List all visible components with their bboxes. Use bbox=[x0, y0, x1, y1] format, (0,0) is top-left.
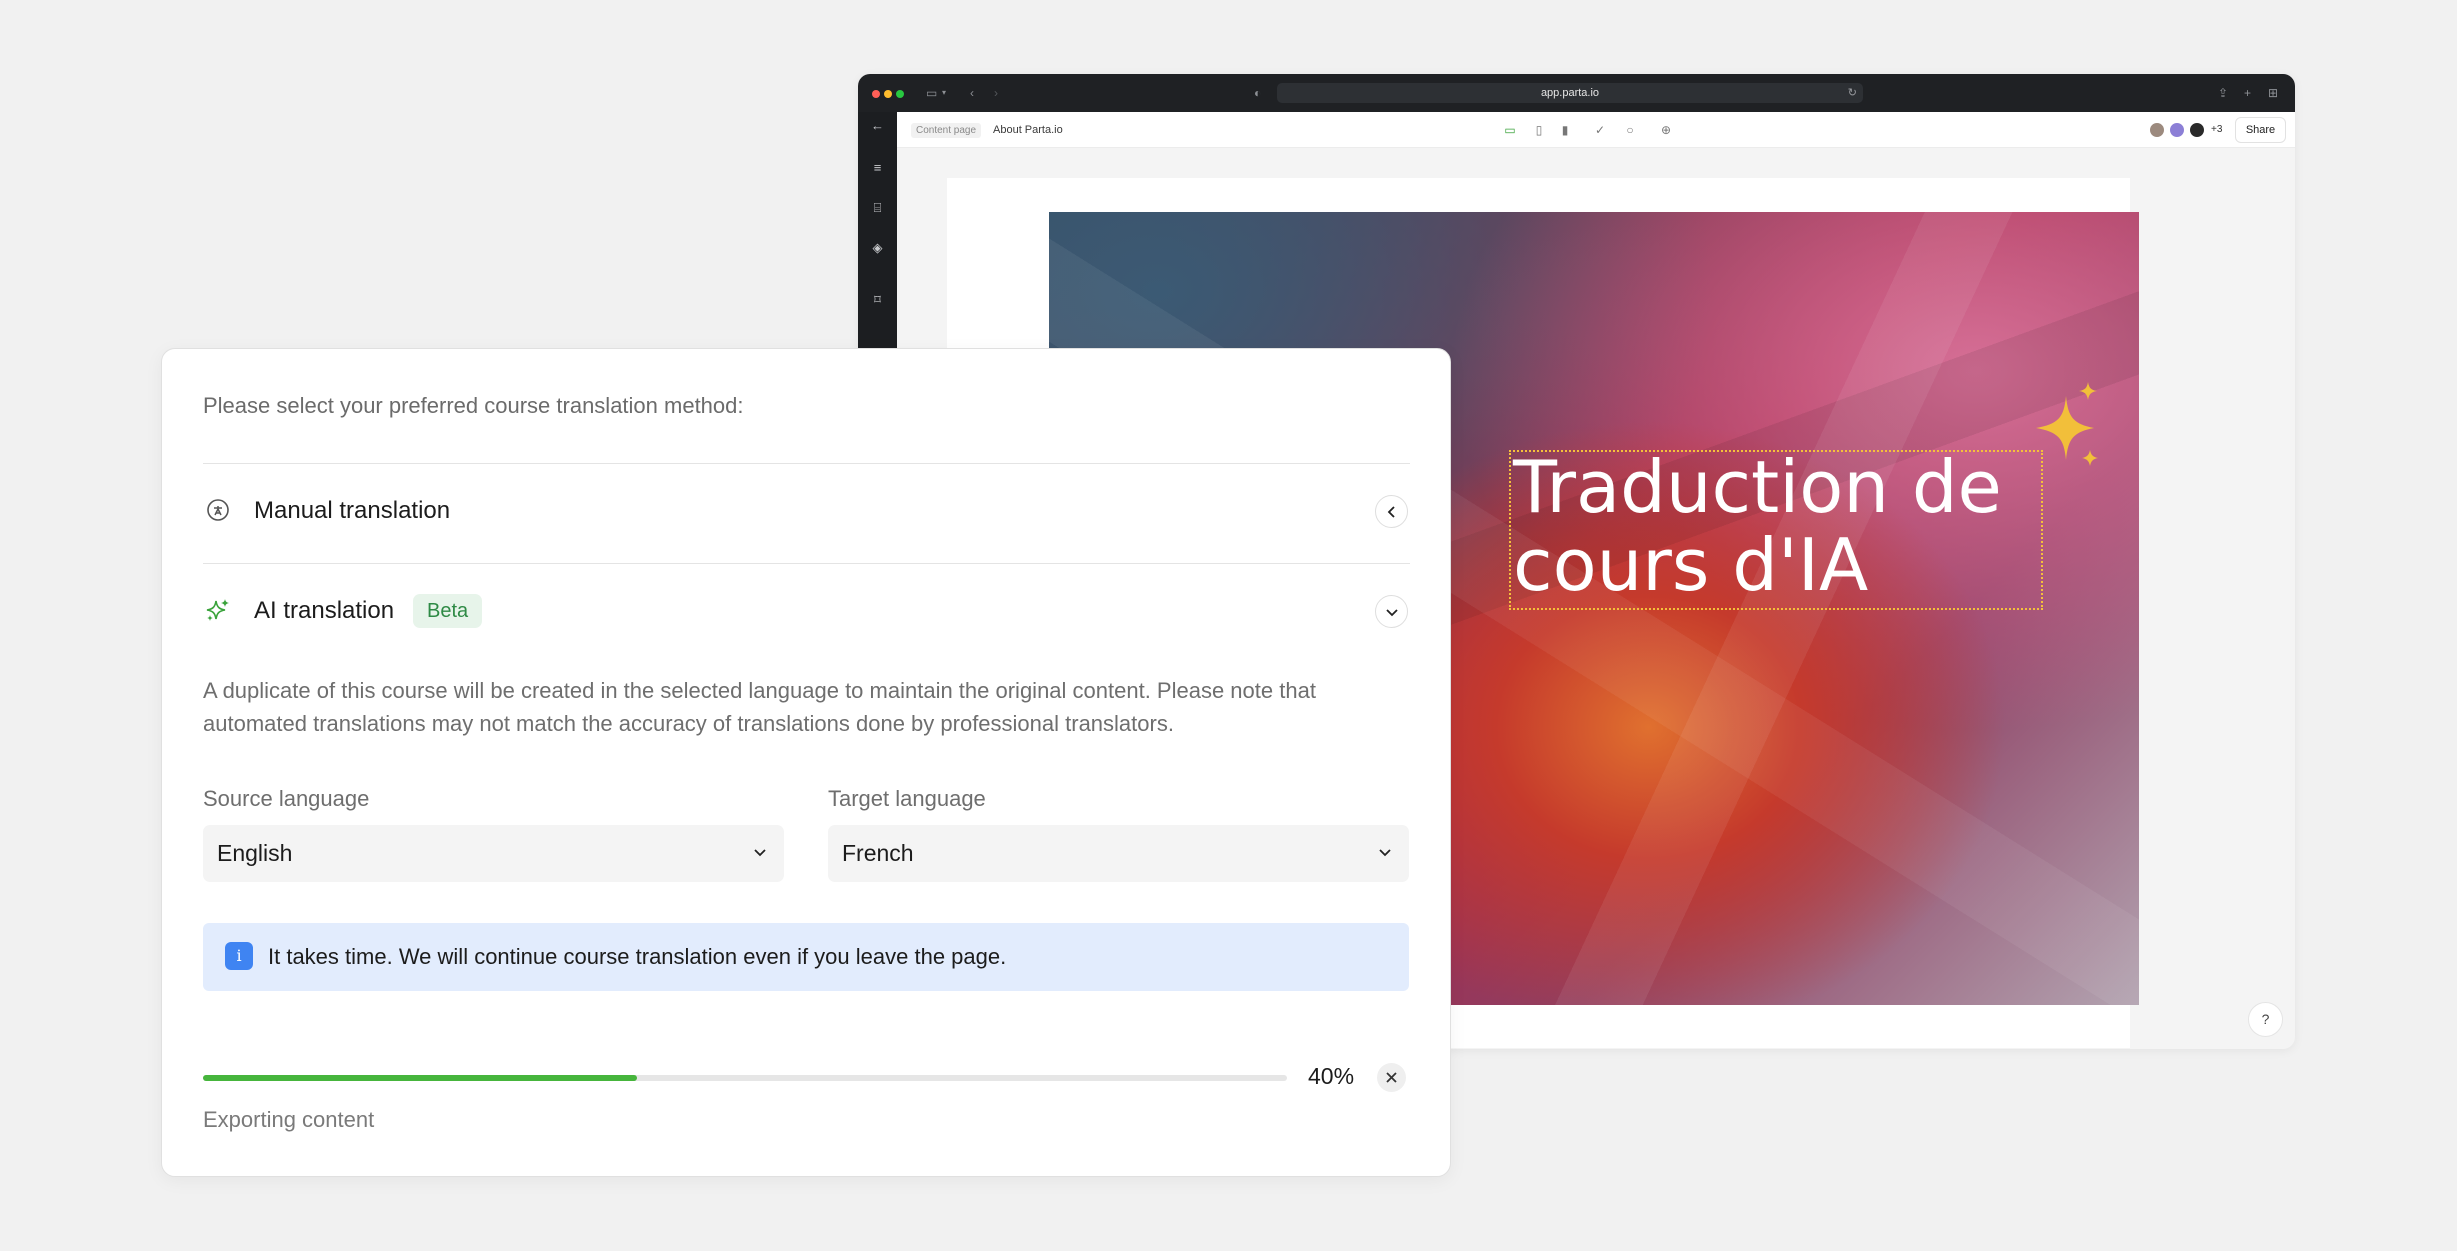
avatar[interactable] bbox=[2189, 122, 2205, 138]
back-arrow-icon[interactable]: ‹ bbox=[970, 87, 974, 99]
editor-toolbar: Content page About Parta.io ▭ ▯ ▮ ✓ ○ ⊕ … bbox=[897, 112, 2295, 148]
outline-icon[interactable]: ≡ bbox=[870, 160, 885, 175]
ai-sparkle-icon bbox=[206, 599, 229, 621]
more-collaborators-count[interactable]: +3 bbox=[2211, 124, 2222, 135]
manual-translation-icon bbox=[207, 499, 229, 521]
translation-panel: Please select your preferred course tran… bbox=[161, 348, 1451, 1177]
minimize-window-button[interactable] bbox=[884, 90, 892, 98]
cancel-translation-button[interactable] bbox=[1377, 1063, 1406, 1092]
manual-translation-option[interactable]: Manual translation bbox=[254, 497, 450, 525]
comment-icon[interactable]: ○ bbox=[1622, 122, 1638, 138]
progress-status: Exporting content bbox=[203, 1107, 375, 1132]
avatar[interactable] bbox=[2169, 122, 2185, 138]
breadcrumb-tag[interactable]: Content page bbox=[911, 123, 982, 138]
sidebar-toggle-icon[interactable]: ▭ bbox=[926, 87, 937, 99]
forward-arrow-icon[interactable]: › bbox=[994, 87, 998, 99]
address-url: app.parta.io bbox=[1540, 87, 1600, 99]
avatar[interactable] bbox=[2149, 122, 2165, 138]
help-button[interactable]: ? bbox=[2248, 1002, 2283, 1037]
panel-prompt: Please select your preferred course tran… bbox=[203, 393, 744, 418]
divider bbox=[203, 463, 1410, 464]
address-bar[interactable]: app.parta.io ↻ bbox=[1277, 83, 1863, 103]
maximize-window-button[interactable] bbox=[896, 90, 904, 98]
hero-title[interactable]: Traduction de cours d'IA bbox=[1513, 448, 2043, 604]
manual-translation-toggle[interactable] bbox=[1375, 495, 1408, 528]
source-language-value: English bbox=[217, 840, 293, 866]
info-text: It takes time. We will continue course t… bbox=[268, 944, 1007, 969]
chevron-left-icon bbox=[1387, 506, 1395, 518]
close-icon bbox=[1386, 1072, 1397, 1083]
ai-translation-option[interactable]: AI translation bbox=[254, 597, 394, 625]
close-window-button[interactable] bbox=[872, 90, 880, 98]
browser-titlebar: ▭ ▾ ‹ › ◐ app.parta.io ↻ ⇪ + ⊞ bbox=[858, 74, 2295, 112]
progress-bar bbox=[203, 1075, 1287, 1081]
layers-icon[interactable]: ◈ bbox=[870, 240, 885, 255]
ai-assist-icon[interactable]: ⊕ bbox=[1658, 122, 1674, 138]
tablet-view-icon[interactable]: ▯ bbox=[1531, 122, 1547, 138]
share-icon[interactable]: ⇪ bbox=[2218, 87, 2228, 99]
privacy-shield-icon[interactable]: ◐ bbox=[1254, 87, 1261, 99]
source-language-label: Source language bbox=[203, 786, 370, 811]
progress-percent: 40% bbox=[1308, 1063, 1355, 1089]
desktop-view-icon[interactable]: ▭ bbox=[1502, 122, 1518, 138]
tab-overview-icon[interactable]: ⊞ bbox=[2268, 87, 2278, 99]
divider bbox=[203, 563, 1410, 564]
back-arrow-icon[interactable]: ← bbox=[870, 118, 885, 133]
target-language-select[interactable]: French bbox=[828, 825, 1409, 882]
sparkle-icon bbox=[2036, 382, 2098, 466]
mobile-view-icon[interactable]: ▮ bbox=[1557, 122, 1573, 138]
progress-fill bbox=[203, 1075, 637, 1081]
check-icon[interactable]: ✓ bbox=[1592, 122, 1608, 138]
new-tab-icon[interactable]: + bbox=[2244, 87, 2251, 99]
target-language-value: French bbox=[842, 840, 914, 866]
chevron-down-icon bbox=[754, 849, 766, 857]
layout-icon[interactable]: ⌸ bbox=[870, 200, 885, 215]
reload-icon[interactable]: ↻ bbox=[1848, 86, 1857, 99]
bookmark-icon[interactable]: ⌑ bbox=[870, 292, 885, 307]
ai-translation-toggle[interactable] bbox=[1375, 595, 1408, 628]
source-language-select[interactable]: English bbox=[203, 825, 784, 882]
share-button[interactable]: Share bbox=[2235, 117, 2286, 143]
chevron-down-icon bbox=[1379, 849, 1391, 857]
chevron-down-icon bbox=[1386, 609, 1398, 617]
ai-translation-description: A duplicate of this course will be creat… bbox=[203, 678, 1316, 736]
target-language-label: Target language bbox=[828, 786, 986, 811]
chevron-down-icon[interactable]: ▾ bbox=[942, 87, 946, 99]
info-icon: i bbox=[225, 942, 253, 970]
info-banner: i It takes time. We will continue course… bbox=[203, 923, 1409, 991]
beta-badge: Beta bbox=[413, 594, 483, 628]
breadcrumb-title[interactable]: About Parta.io bbox=[993, 123, 1063, 138]
